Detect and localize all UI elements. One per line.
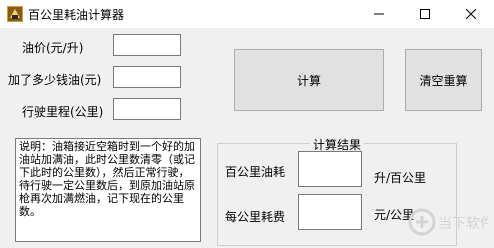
app-icon — [7, 6, 23, 22]
window-title: 百公里耗油计算器 — [28, 8, 125, 22]
calculate-button[interactable]: 计算 — [234, 49, 384, 111]
minimize-button[interactable] — [356, 0, 402, 28]
minimize-icon — [374, 13, 384, 15]
fuel-added-label: 加了多少钱油(元) — [8, 73, 102, 87]
close-button[interactable] — [448, 0, 494, 28]
watermark-logo: 当下软件园 — [408, 204, 494, 247]
per100-unit: 升/百公里 — [374, 171, 427, 185]
perkm-label: 每公里耗费 — [225, 210, 286, 224]
mileage-label: 行驶里程(公里) — [22, 105, 104, 119]
maximize-icon — [420, 9, 430, 19]
oil-price-input[interactable] — [113, 34, 181, 56]
title-bar: 百公里耗油计算器 — [0, 0, 494, 28]
clear-button[interactable]: 清空重算 — [405, 49, 482, 111]
maximize-button[interactable] — [402, 0, 448, 28]
instructions-textbox[interactable]: 说明：油箱接近空箱时到一个好的加油站加满油，此时公里数清零（或记下此时的公里数）… — [15, 138, 201, 242]
perkm-output[interactable] — [298, 194, 362, 230]
oil-price-label: 油价(元/升) — [22, 41, 84, 55]
watermark-icon: 当下软件园 — [408, 208, 494, 236]
form-area: 油价(元/升) 加了多少钱油(元) 行驶里程(公里) 计算 清空重算 说明：油箱… — [0, 28, 494, 248]
per100-label: 百公里油耗 — [225, 165, 286, 179]
close-icon — [466, 9, 476, 19]
svg-text:当下软件园: 当下软件园 — [438, 216, 488, 232]
fuel-added-input[interactable] — [113, 66, 181, 88]
per100-output[interactable] — [298, 151, 362, 187]
mileage-input[interactable] — [113, 98, 181, 120]
